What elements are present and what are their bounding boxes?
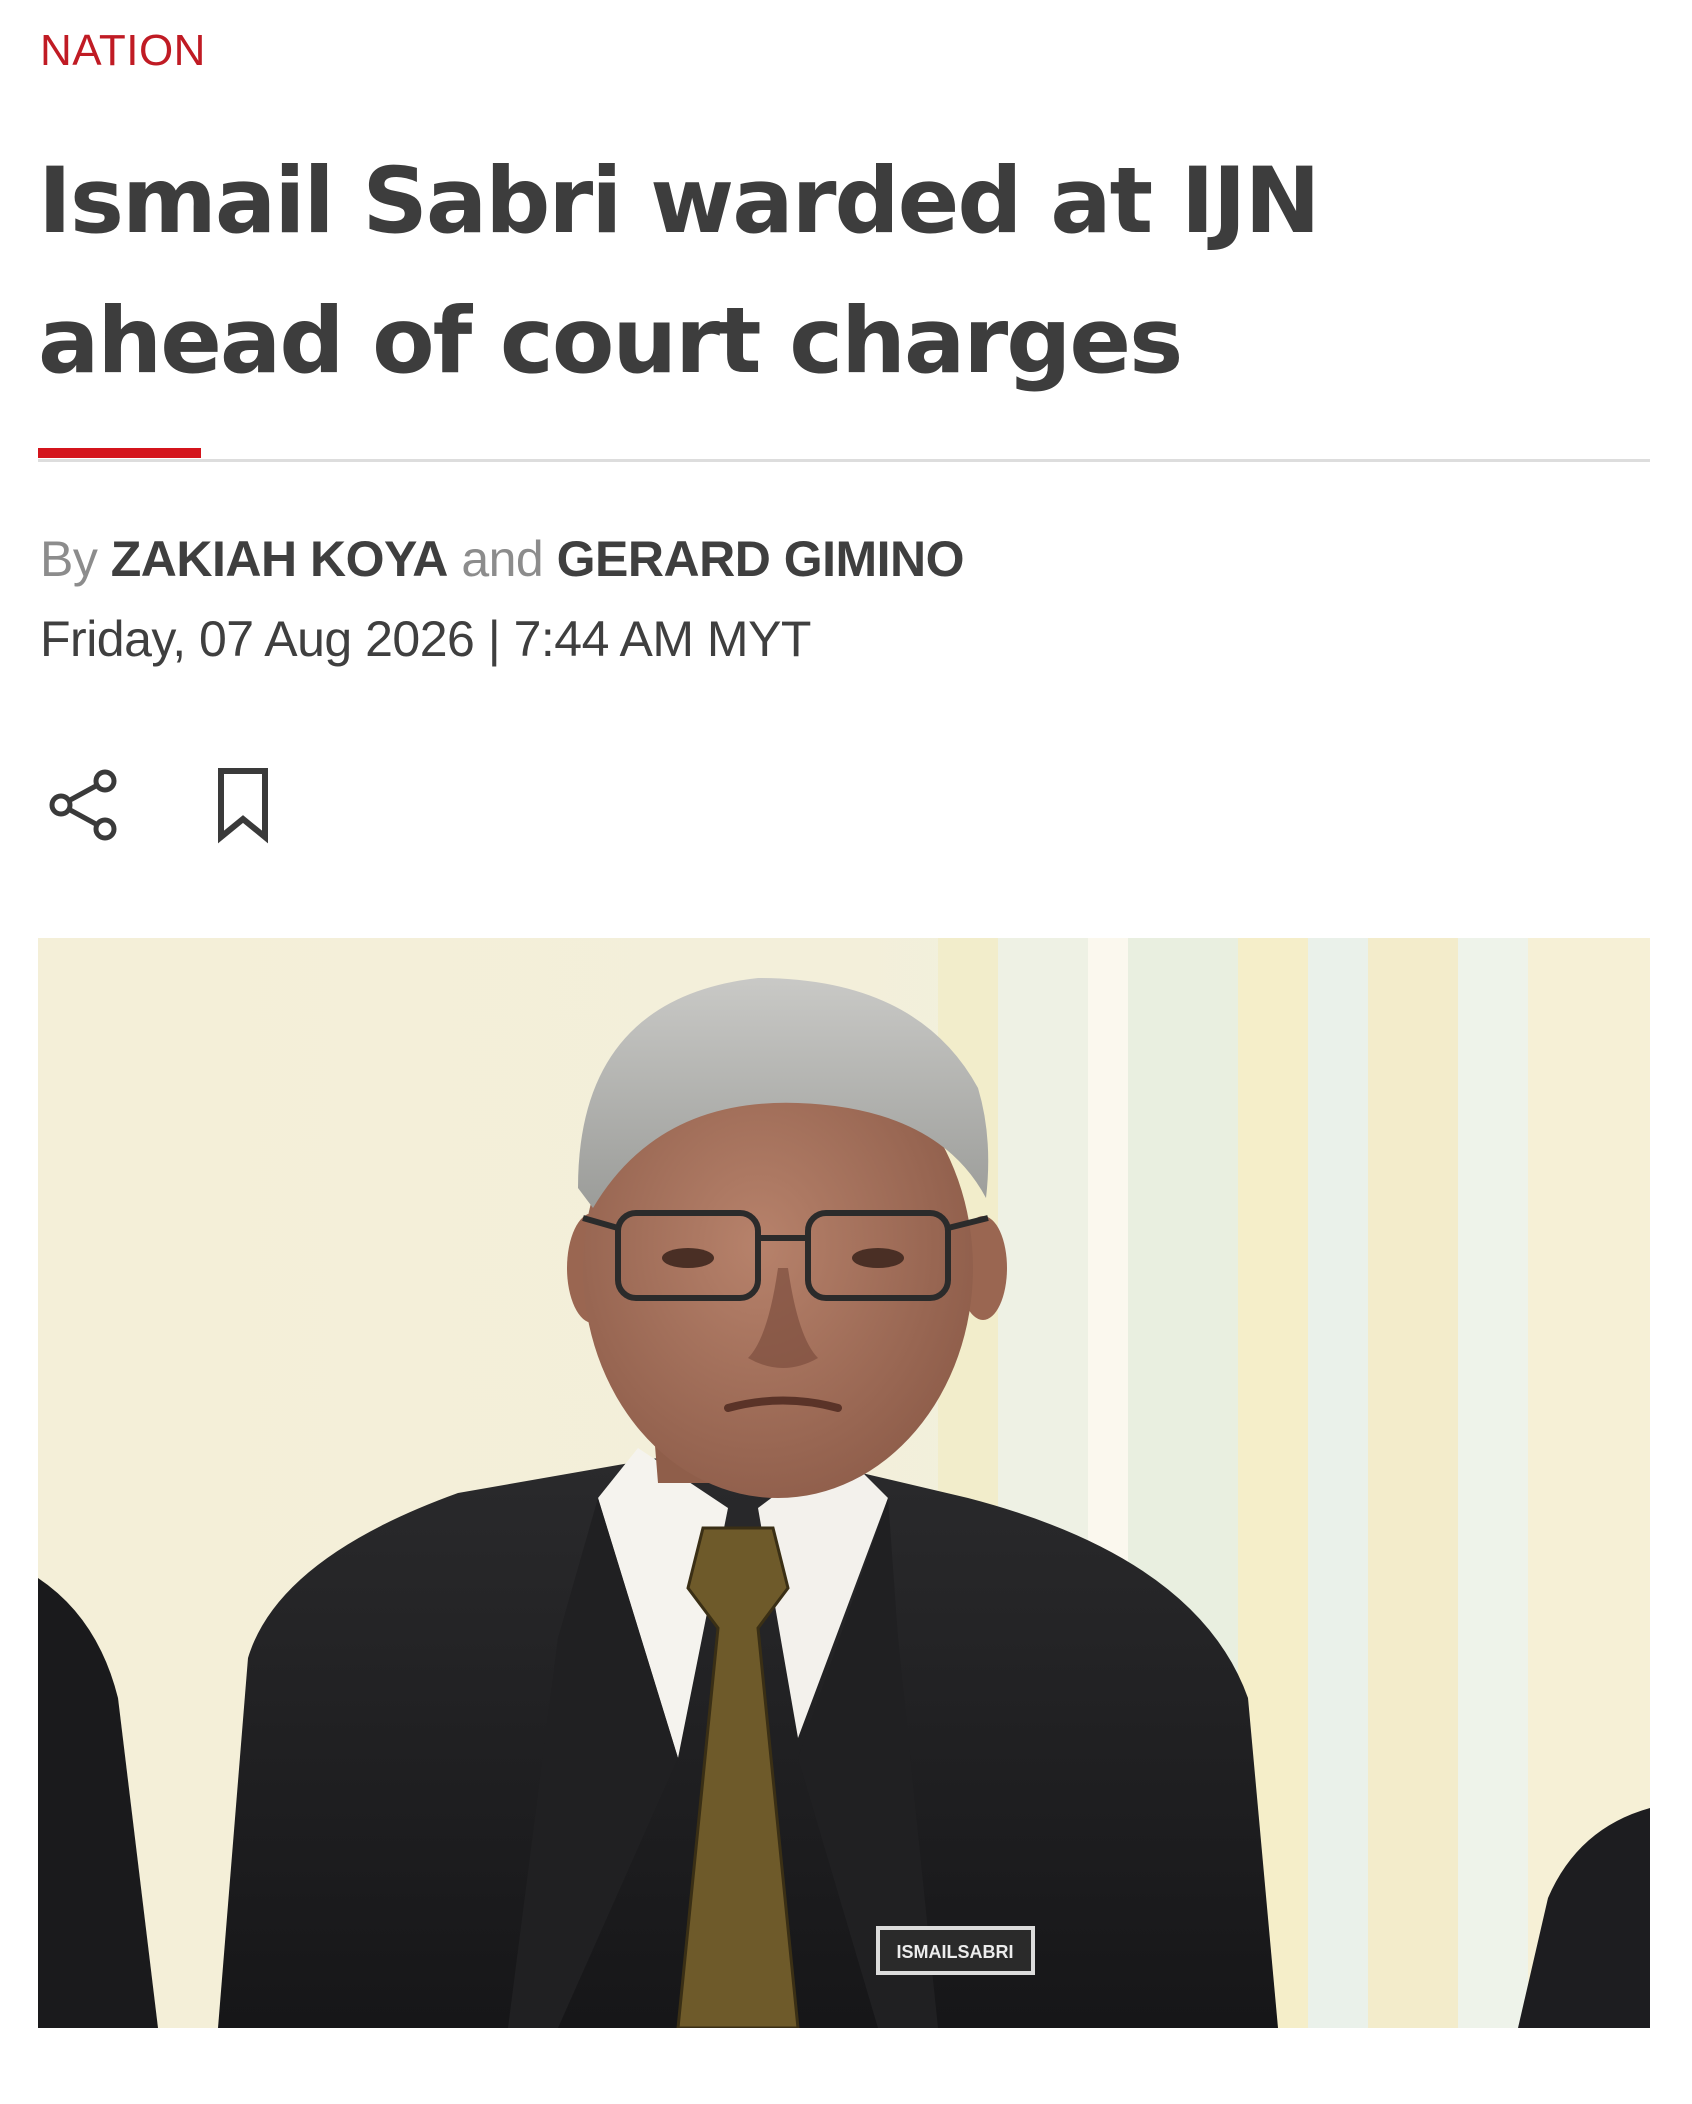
name-tag: ISMAILSABRI (897, 1942, 1014, 1962)
article-page: NATION Ismail Sabri warded at IJN ahead … (0, 0, 1692, 2104)
byline: By ZAKIAH KOYA and GERARD GIMINO (40, 530, 965, 588)
article-actions (38, 760, 288, 850)
share-button[interactable] (38, 760, 128, 850)
article-photo-illustration: ISMAILSABRI (38, 938, 1650, 2028)
article-photo: ISMAILSABRI (38, 938, 1650, 2028)
author-link-1[interactable]: ZAKIAH KOYA (111, 531, 449, 587)
dateline: Friday, 07 Aug 2026 | 7:44 AM MYT (40, 611, 811, 667)
category-link[interactable]: NATION (40, 26, 206, 76)
author-link-2[interactable]: GERARD GIMINO (557, 531, 965, 587)
bookmark-icon (218, 768, 268, 844)
share-icon (49, 769, 117, 841)
divider (38, 459, 1650, 462)
byline-prefix: By (40, 531, 98, 587)
bookmark-button[interactable] (198, 760, 288, 850)
article-headline: Ismail Sabri warded at IJN ahead of cour… (38, 149, 1321, 394)
divider-accent (38, 448, 201, 458)
byline-conjunction: and (461, 531, 544, 587)
